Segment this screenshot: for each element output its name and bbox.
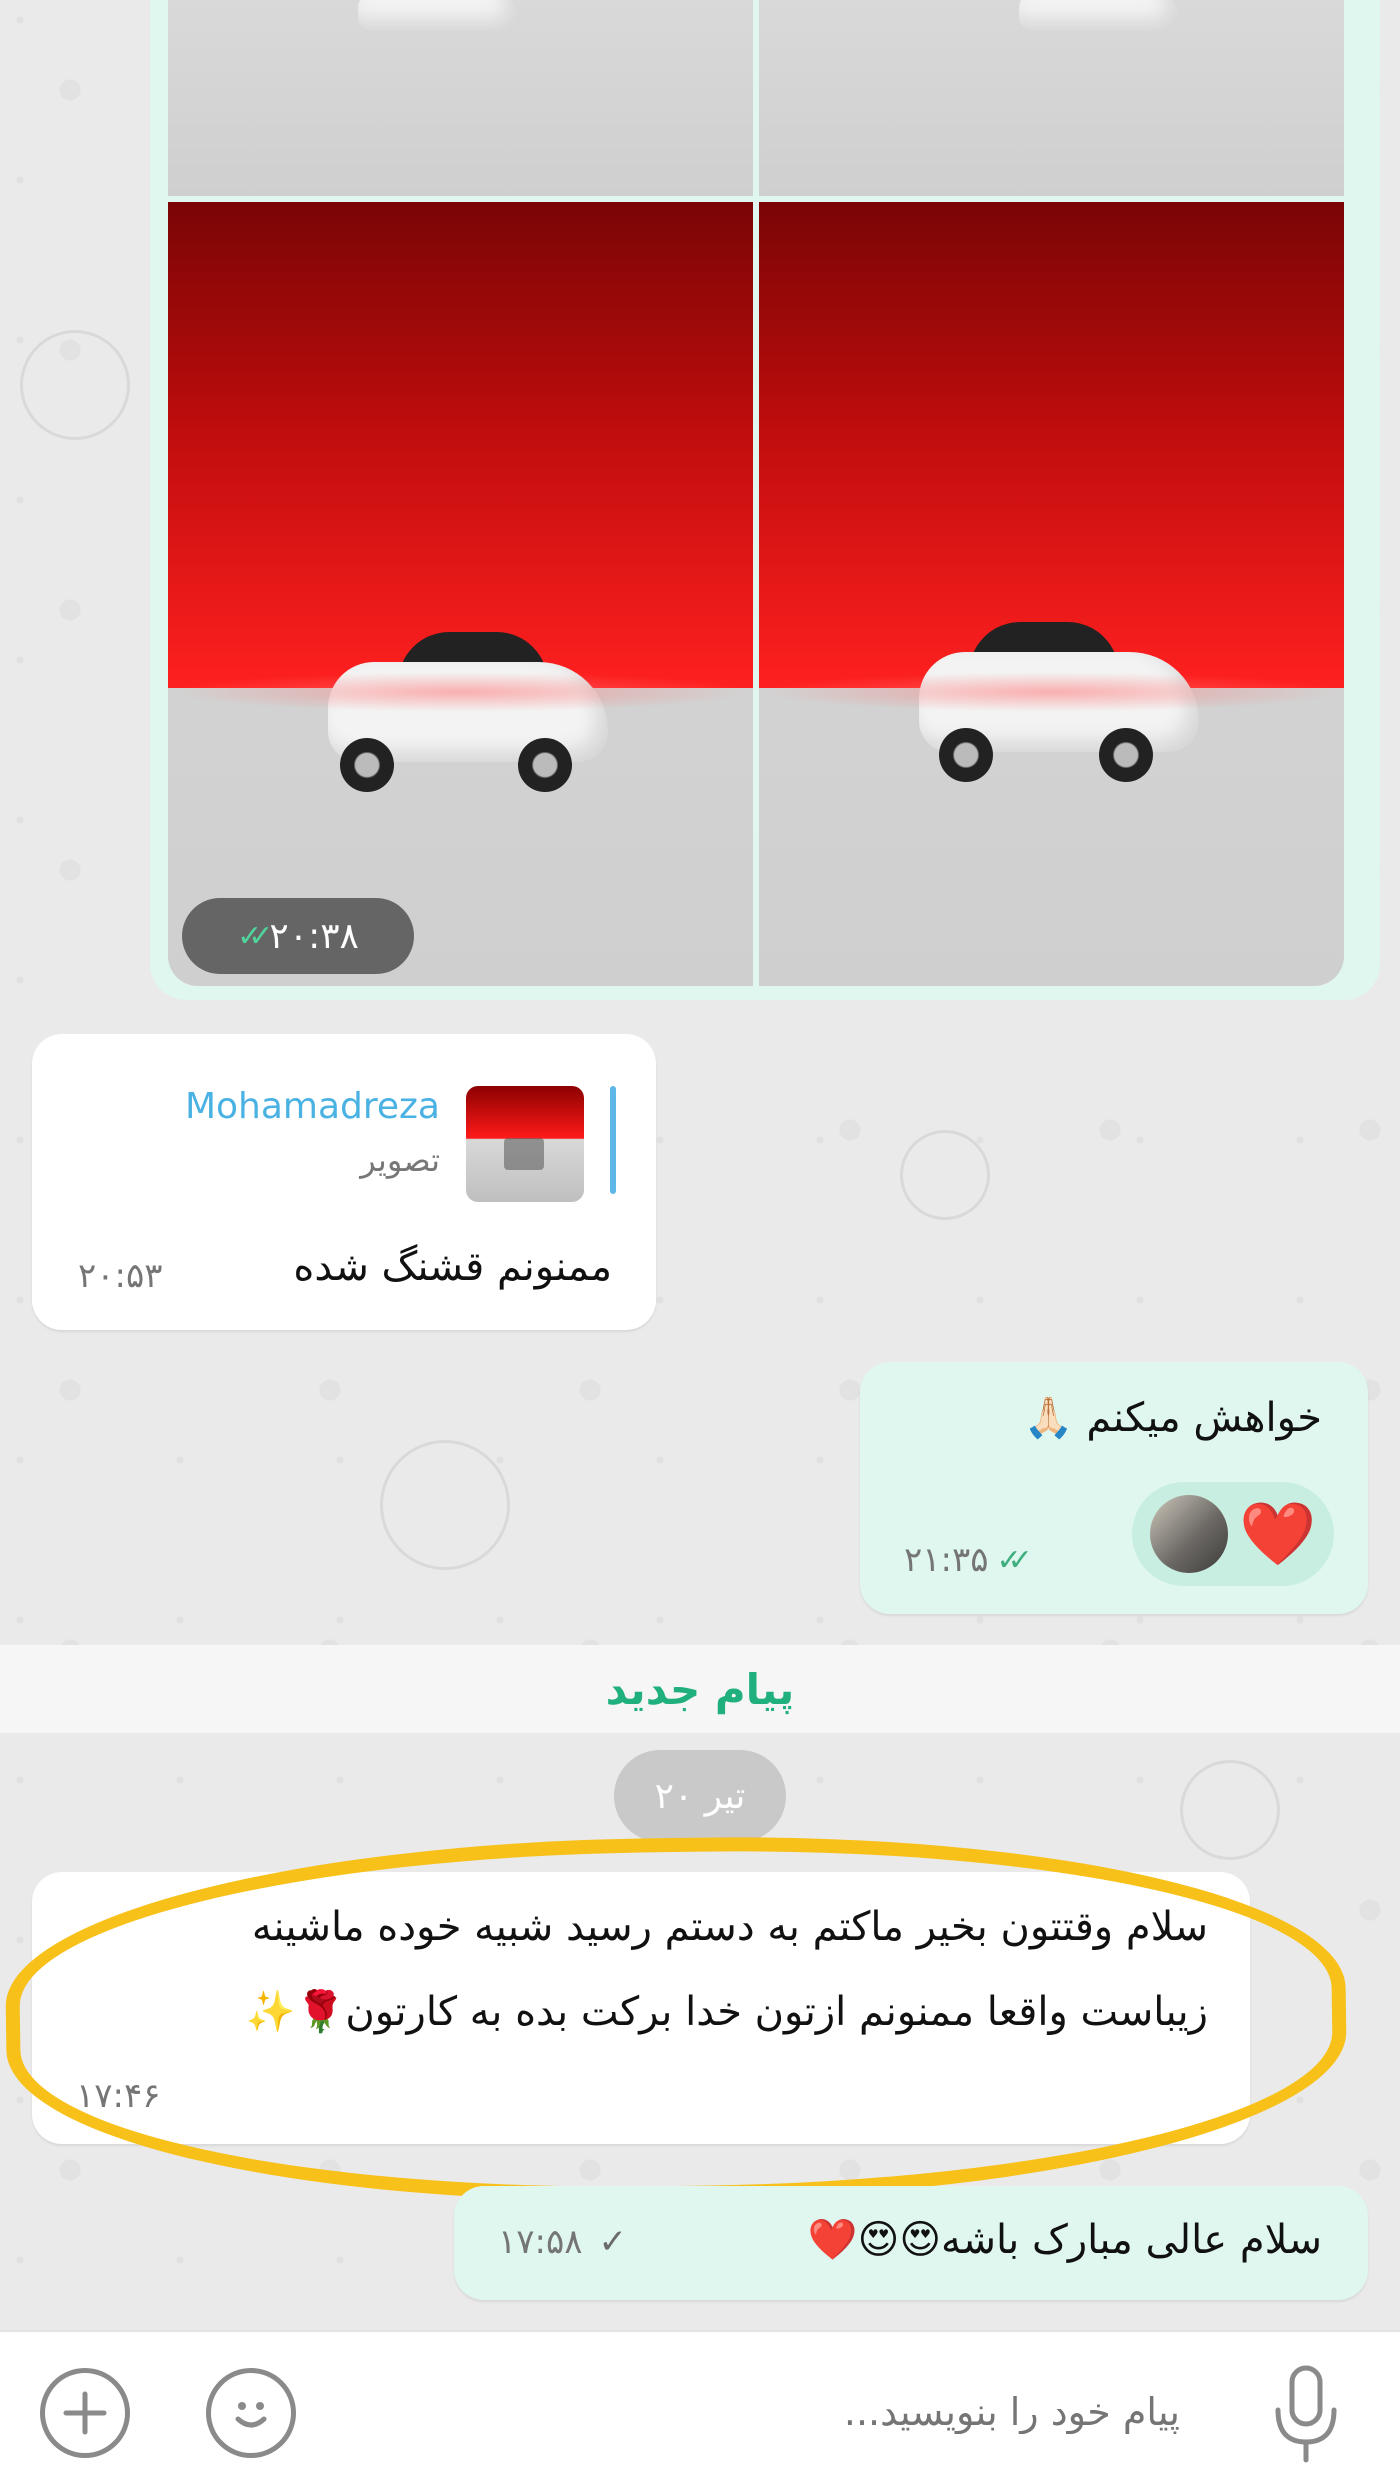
- planet-doodle: [1180, 1760, 1280, 1860]
- car-image: [318, 622, 618, 792]
- single-check-icon: ✓: [598, 2222, 628, 2262]
- reply-preview[interactable]: Mohamadreza تصویر: [185, 1086, 616, 1202]
- album-message[interactable]: ✓✓ ۲۰:۳۸: [150, 0, 1380, 1000]
- message-time: ۱۷:۵۸: [498, 2222, 583, 2262]
- avatar: [1149, 1495, 1228, 1573]
- plus-icon[interactable]: [40, 2368, 130, 2458]
- date-label: ۲۰ تیر: [654, 1775, 746, 1817]
- new-messages-label: پیام جدید: [605, 1664, 795, 1714]
- message-meta: ۱۷:۵۸ ✓: [498, 2222, 627, 2262]
- message-time: ۲۰:۵۳: [78, 1256, 163, 1296]
- car-image: [348, 0, 528, 50]
- message-meta: ۲۱:۳۵ ✓✓: [904, 1540, 1033, 1580]
- planet-doodle: [20, 330, 130, 440]
- planet-doodle: [380, 1440, 510, 1570]
- outgoing-message[interactable]: سلام عالی مبارک باشه😍😍❤️ ۱۷:۵۸ ✓: [454, 2186, 1368, 2300]
- car-image: [909, 612, 1209, 782]
- album-time: ۲۰:۳۸: [269, 915, 359, 957]
- reply-sender-name: Mohamadreza: [184, 1086, 440, 1127]
- planet-doodle: [900, 1130, 990, 1220]
- double-check-icon: ✓✓: [237, 918, 273, 954]
- incoming-message-reply[interactable]: Mohamadreza تصویر ممنونم قشنگ شده ۲۰:۵۳: [32, 1034, 656, 1330]
- double-check-icon: ✓✓: [996, 1542, 1033, 1578]
- album-grid: ✓✓ ۲۰:۳۸: [168, 0, 1344, 986]
- message-composer: [0, 2330, 1400, 2491]
- message-text: سلام عالی مبارک باشه😍😍❤️: [807, 2217, 1322, 2263]
- message-text: خواهش میکنم 🙏🏻: [1023, 1395, 1322, 1441]
- album-photo-2[interactable]: [759, 0, 1344, 196]
- reply-thumbnail: [466, 1086, 584, 1202]
- car-image: [1009, 0, 1189, 50]
- date-chip: ۲۰ تیر: [614, 1750, 786, 1842]
- new-messages-banner: پیام جدید: [0, 1645, 1400, 1733]
- outgoing-message[interactable]: خواهش میکنم 🙏🏻 ❤️ ۲۱:۳۵ ✓✓: [860, 1362, 1368, 1614]
- message-text: ممنونم قشنگ شده: [293, 1244, 612, 1290]
- reply-bar: [610, 1086, 616, 1194]
- album-photo-3[interactable]: ✓✓ ۲۰:۳۸: [168, 202, 753, 986]
- photo-time-badge: ✓✓ ۲۰:۳۸: [182, 898, 414, 974]
- album-photo-4[interactable]: [759, 202, 1344, 986]
- reply-type-label: تصویر: [360, 1141, 440, 1179]
- album-photo-1[interactable]: [168, 0, 753, 196]
- reaction-pill[interactable]: ❤️: [1132, 1482, 1334, 1586]
- microphone-icon[interactable]: [1268, 2362, 1344, 2466]
- message-input[interactable]: [660, 2390, 1180, 2434]
- message-time: ۲۱:۳۵: [904, 1540, 989, 1580]
- smile-icon[interactable]: [206, 2368, 296, 2458]
- heart-icon: ❤️: [1239, 1497, 1317, 1570]
